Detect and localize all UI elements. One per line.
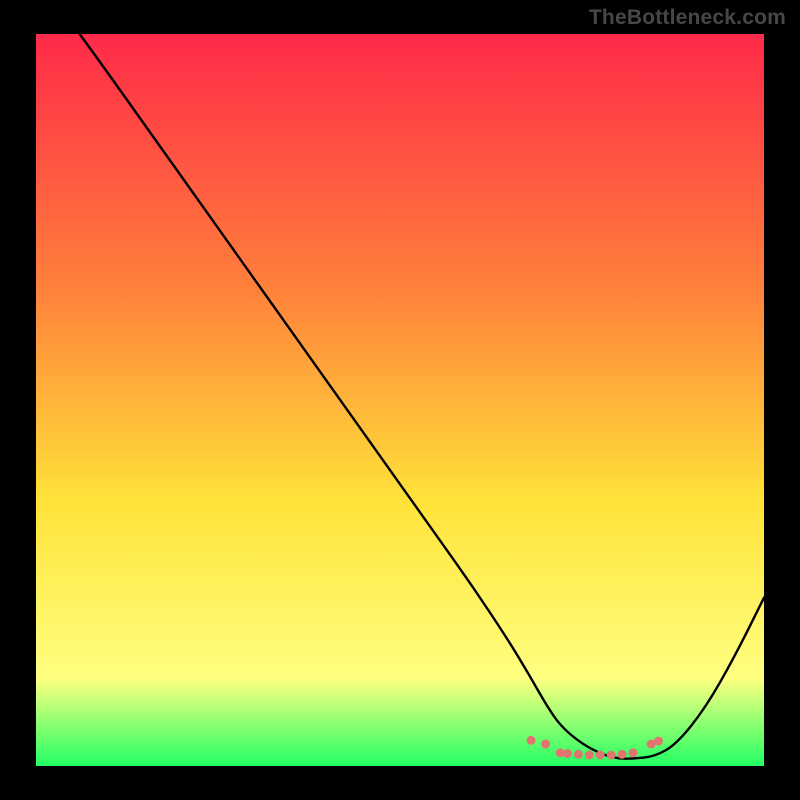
chart-svg <box>36 34 764 766</box>
chart-stage: TheBottleneck.com <box>0 0 800 800</box>
marker-dot <box>541 740 550 749</box>
marker-dot <box>596 751 605 760</box>
marker-dot <box>574 750 583 759</box>
marker-dot <box>527 736 536 745</box>
plot-area <box>36 34 764 766</box>
marker-dot <box>563 749 572 758</box>
marker-dot <box>607 751 616 760</box>
marker-dot <box>618 750 627 759</box>
gradient-background <box>36 34 764 766</box>
marker-dot <box>654 737 663 746</box>
marker-dot <box>628 748 637 757</box>
marker-dot <box>585 751 594 760</box>
watermark-text: TheBottleneck.com <box>589 6 786 30</box>
